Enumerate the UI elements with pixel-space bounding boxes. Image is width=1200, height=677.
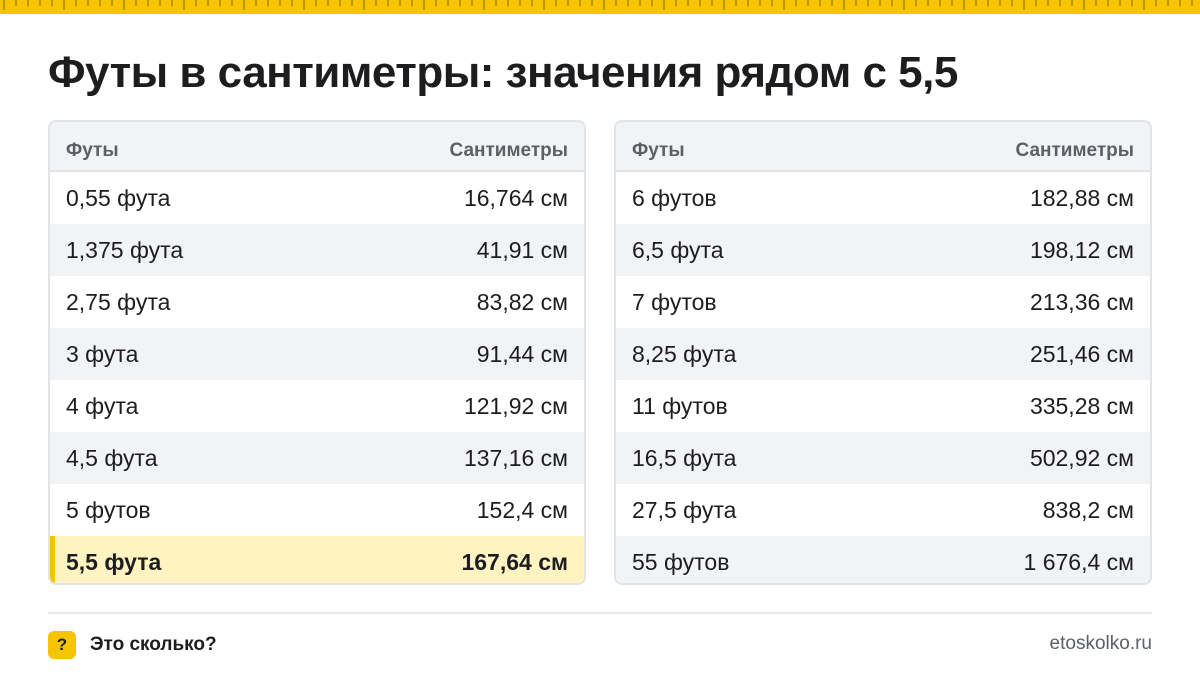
question-mark-icon: ? [48,631,76,659]
conversion-table-right: Футы Сантиметры 6 футов 182,88 см 6,5 фу… [614,120,1152,585]
cell-cm: 838,2 см [1042,496,1134,523]
cell-feet: 11 футов [632,392,728,419]
cell-feet: 6 футов [632,184,717,211]
header-centimeters: Сантиметры [449,140,569,161]
cell-cm: 502,92 см [1029,444,1134,471]
cell-feet: 1,375 фута [66,236,184,263]
cell-feet: 4 фута [66,392,139,419]
cell-cm: 335,28 см [1029,392,1134,419]
cell-cm: 182,88 см [1029,184,1134,211]
cell-cm: 251,46 см [1029,340,1134,367]
cell-cm: 16,764 см [463,184,568,211]
brand-block: ? Это сколько? [48,631,217,659]
cell-cm: 91,44 см [476,340,568,367]
table-row: 5 футов 152,4 см [50,484,584,536]
brand-name: Это сколько? [90,634,217,655]
cell-feet: 3 фута [66,340,139,367]
cell-cm: 213,36 см [1029,288,1134,315]
ruler-ticks [3,0,1193,10]
table-header: Футы Сантиметры [50,122,584,172]
table-header: Футы Сантиметры [616,122,1150,172]
conversion-table-left: Футы Сантиметры 0,55 фута 16,764 см 1,37… [48,120,586,585]
cell-cm: 83,82 см [476,288,568,315]
table-row: 2,75 фута 83,82 см [50,276,584,328]
site-url: etoskolko.ru [1049,633,1152,654]
cell-feet: 0,55 фута [66,184,171,211]
header-feet: Футы [632,140,685,161]
table-row: 6 футов 182,88 см [616,172,1150,224]
table-row: 3 фута 91,44 см [50,328,584,380]
cell-feet: 27,5 фута [632,496,737,523]
cell-cm: 121,92 см [463,392,568,419]
table-row-highlighted: 5,5 фута 167,64 см [50,536,584,583]
table-row: 0,55 фута 16,764 см [50,172,584,224]
table-row: 6,5 фута 198,12 см [616,224,1150,276]
header-centimeters: Сантиметры [1015,140,1135,161]
cell-feet: 55 футов [632,548,730,575]
table-row: 4 фута 121,92 см [50,380,584,432]
cell-feet: 7 футов [632,288,717,315]
cell-feet: 16,5 фута [632,444,737,471]
table-row: 11 футов 335,28 см [616,380,1150,432]
cell-feet: 6,5 фута [632,236,724,263]
table-row: 7 футов 213,36 см [616,276,1150,328]
cell-cm: 152,4 см [476,496,568,523]
cell-cm: 41,91 см [476,236,568,263]
cell-feet: 4,5 фута [66,444,158,471]
cell-feet: 2,75 фута [66,288,171,315]
cell-cm: 1 676,4 см [1023,548,1134,575]
cell-feet: 5,5 фута [66,548,162,575]
table-row: 27,5 фута 838,2 см [616,484,1150,536]
table-row: 16,5 фута 502,92 см [616,432,1150,484]
cell-feet: 8,25 фута [632,340,737,367]
header-feet: Футы [66,140,119,161]
table-row: 8,25 фута 251,46 см [616,328,1150,380]
table-row: 4,5 фута 137,16 см [50,432,584,484]
cell-cm: 167,64 см [461,548,568,575]
cell-cm: 137,16 см [463,444,568,471]
cell-feet: 5 футов [66,496,151,523]
footer-divider [48,612,1152,614]
page-title: Футы в сантиметры: значения рядом с 5,5 [48,48,958,97]
cell-cm: 198,12 см [1029,236,1134,263]
table-row: 1,375 фута 41,91 см [50,224,584,276]
table-row: 55 футов 1 676,4 см [616,536,1150,583]
ruler-strip [0,0,1200,14]
